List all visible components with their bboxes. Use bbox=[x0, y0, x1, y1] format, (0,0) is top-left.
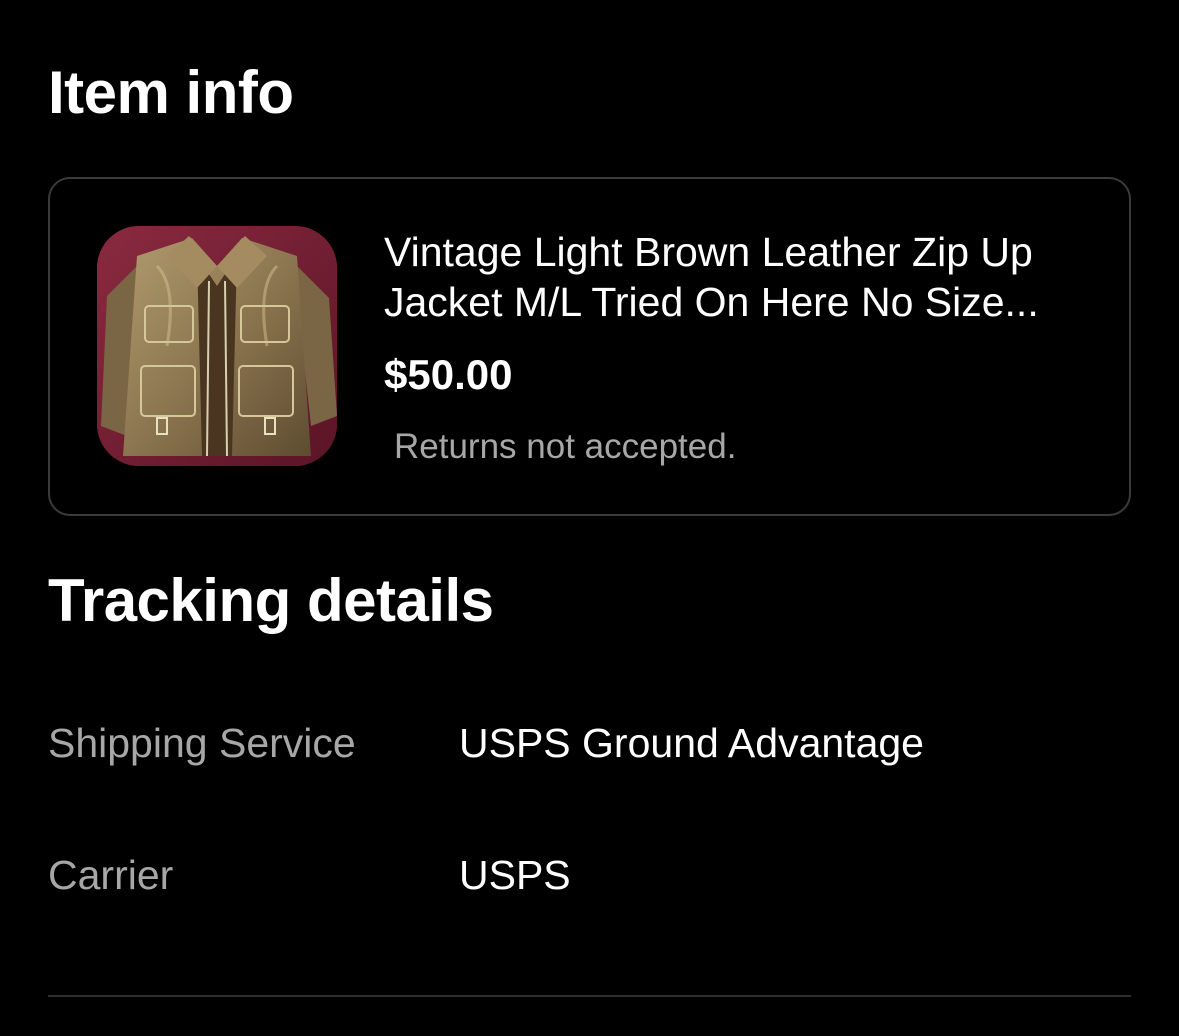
item-card[interactable]: Vintage Light Brown Leather Zip Up Jacke… bbox=[48, 177, 1131, 516]
order-details-page: Item info Vintage Light Brown Leather Zi… bbox=[0, 0, 1179, 1036]
shipping-service-label: Shipping Service bbox=[48, 720, 356, 766]
shipping-service-row: Shipping Service USPS Ground Advantage bbox=[48, 714, 1131, 774]
tracking-details-heading: Tracking details bbox=[48, 567, 494, 634]
carrier-row: Carrier USPS bbox=[48, 846, 1131, 906]
item-info-heading: Item info bbox=[48, 59, 294, 126]
returns-policy: Returns not accepted. bbox=[394, 427, 737, 466]
item-title[interactable]: Vintage Light Brown Leather Zip Up Jacke… bbox=[384, 227, 1104, 327]
carrier-label: Carrier bbox=[48, 852, 174, 898]
shipping-service-value: USPS Ground Advantage bbox=[459, 720, 924, 766]
item-price: $50.00 bbox=[384, 351, 513, 398]
item-thumbnail bbox=[97, 226, 337, 466]
carrier-value: USPS bbox=[459, 852, 571, 898]
leather-jacket-image bbox=[97, 226, 337, 466]
section-divider bbox=[48, 995, 1131, 997]
